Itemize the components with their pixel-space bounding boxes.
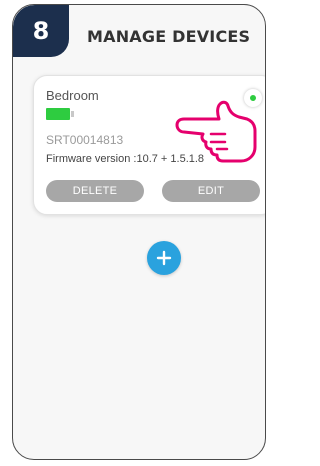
delete-button[interactable]: DELETE: [46, 180, 144, 202]
step-number-badge: 8: [13, 5, 69, 57]
device-serial: SRT00014813: [46, 133, 124, 147]
battery-level-fill: [46, 108, 70, 120]
phone-frame: 8 MANAGE DEVICES Bedroom SRT00014813 Fir…: [12, 4, 266, 460]
device-name: Bedroom: [46, 88, 99, 103]
edit-button[interactable]: EDIT: [162, 180, 260, 202]
step-number: 8: [32, 17, 50, 45]
plus-icon: [156, 250, 172, 266]
battery-tip: [71, 111, 74, 117]
page-title: MANAGE DEVICES: [87, 27, 251, 46]
pointing-hand-icon: [175, 100, 257, 163]
battery-icon: [46, 108, 74, 120]
add-device-button[interactable]: [147, 241, 181, 275]
